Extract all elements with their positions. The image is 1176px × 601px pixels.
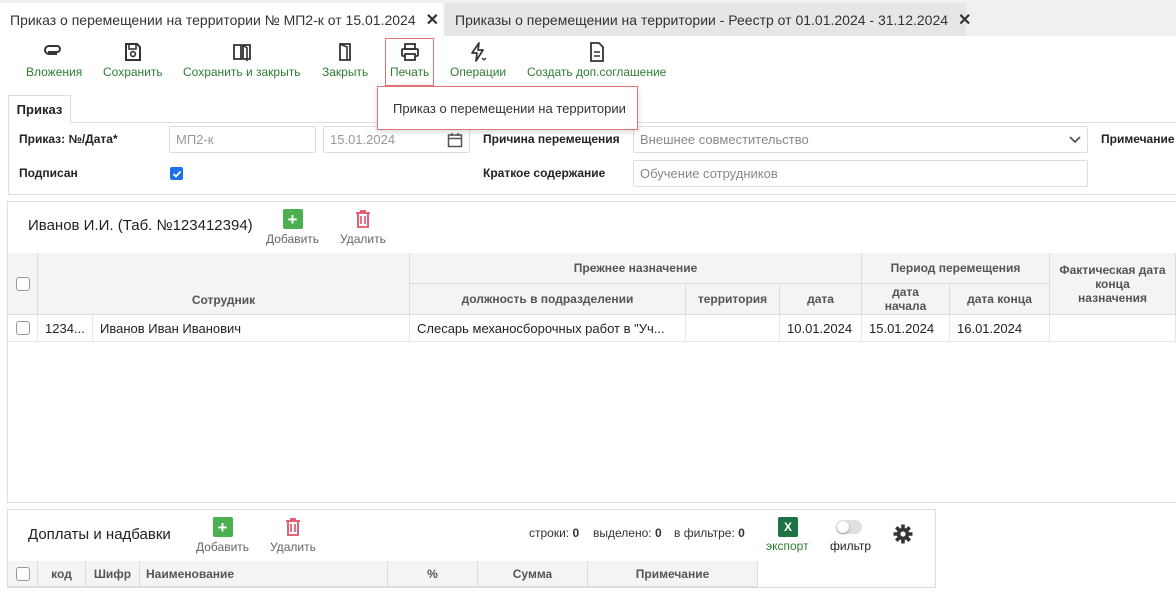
order-date-field[interactable]: 15.01.2024 — [323, 126, 470, 153]
plus-icon: + — [212, 517, 233, 537]
table-cell-actual[interactable] — [1050, 315, 1176, 342]
gear-icon[interactable] — [893, 524, 913, 544]
bonus-cipher-column-header[interactable]: Шифр — [86, 561, 140, 587]
bonus-select-all-header — [8, 561, 38, 587]
reason-label: Причина перемещения — [483, 132, 620, 146]
attachments-button[interactable]: Вложения — [26, 42, 82, 79]
employee-column-header[interactable]: Сотрудник — [38, 253, 410, 315]
operations-button[interactable]: Операции — [450, 42, 506, 79]
add-bonus-button[interactable]: + Добавить — [196, 517, 249, 554]
signed-label: Подписан — [19, 166, 78, 180]
position-column-header[interactable]: должность в подразделении — [410, 284, 686, 315]
printer-icon — [400, 43, 419, 61]
export-button[interactable]: экспорт — [766, 539, 809, 553]
table-cell-name[interactable]: Иванов Иван Иванович — [93, 315, 410, 342]
reason-select[interactable]: Внешнее совместительство — [633, 126, 1088, 153]
bonus-select-all-checkbox[interactable] — [15, 566, 30, 581]
table-row-select — [8, 315, 38, 342]
employee-panel — [7, 201, 1176, 503]
table-cell-position[interactable]: Слесарь механосборочных работ в "Уч... — [410, 315, 686, 342]
close-button[interactable]: Закрыть — [322, 42, 368, 79]
tab-label: Приказ о перемещении на территории № МП2… — [10, 11, 416, 28]
selected-count: выделено: 0 — [593, 526, 662, 540]
toolbar: Вложения Сохранить Сохранить и закрыть З… — [0, 36, 1176, 86]
trash-icon — [355, 210, 370, 228]
create-agreement-button[interactable]: Создать доп.соглашение — [527, 42, 666, 79]
employee-panel-title: Иванов И.И. (Таб. №123412394) — [28, 217, 253, 234]
door-icon — [339, 43, 352, 61]
transfer-period-header: Период перемещения — [862, 253, 1050, 284]
print-button[interactable]: Печать — [385, 38, 435, 86]
tab-order-document[interactable]: Приказ о перемещении на территории № МП2… — [0, 3, 443, 36]
select-all-checkbox[interactable] — [15, 276, 30, 291]
print-menu-item-transfer-order[interactable]: Приказ о перемещении на территории — [377, 86, 638, 130]
table-cell-code[interactable]: 1234... — [38, 315, 93, 342]
save-and-close-button[interactable]: Сохранить и закрыть — [183, 42, 300, 79]
bonus-panel-title: Доплаты и надбавки — [28, 526, 171, 543]
paperclip-icon — [44, 45, 62, 55]
territory-column-header[interactable]: территория — [686, 284, 780, 315]
delete-employee-button[interactable]: Удалить — [340, 209, 386, 246]
tab-label: Приказы о перемещении на территории - Ре… — [455, 11, 949, 28]
delete-bonus-button[interactable]: Удалить — [270, 517, 316, 554]
filter-toggle-label: фильтр — [830, 539, 872, 553]
checkmark-icon — [172, 170, 181, 178]
floppy-disk-icon — [124, 43, 141, 61]
tab-registry[interactable]: Приказы о перемещении на территории - Ре… — [445, 3, 971, 36]
toggle-knob — [837, 521, 849, 533]
document-icon — [589, 42, 604, 62]
bonus-percent-column-header[interactable]: % — [388, 561, 478, 587]
summary-field[interactable]: Обучение сотрудников — [633, 160, 1088, 187]
table-cell-start[interactable]: 15.01.2024 — [862, 315, 950, 342]
note-label: Примечание — [1101, 132, 1175, 146]
actual-end-date-column-header[interactable]: Фактическая дата конца назначения — [1050, 253, 1176, 315]
date-column-header[interactable]: дата — [780, 284, 862, 315]
filtered-count: в фильтре: 0 — [674, 526, 745, 540]
add-employee-button[interactable]: + Добавить — [266, 209, 319, 246]
plus-icon: + — [282, 209, 303, 229]
order-number-field[interactable]: МП2-к — [169, 126, 316, 153]
close-icon[interactable]: ✕ — [958, 10, 971, 30]
row-checkbox[interactable] — [15, 321, 30, 335]
trash-icon — [285, 518, 300, 536]
bonus-name-column-header[interactable]: Наименование — [140, 561, 388, 587]
close-icon[interactable]: ✕ — [426, 10, 439, 30]
calendar-icon[interactable] — [447, 132, 463, 148]
table-cell-end[interactable]: 16.01.2024 — [950, 315, 1050, 342]
filter-toggle[interactable] — [836, 520, 862, 534]
start-date-column-header[interactable]: дата начала — [862, 284, 950, 315]
lightning-icon — [471, 42, 487, 62]
end-date-column-header[interactable]: дата конца — [950, 284, 1050, 315]
bonus-sum-column-header[interactable]: Сумма — [478, 561, 588, 587]
chevron-down-icon — [1069, 136, 1081, 144]
signed-checkbox[interactable] — [170, 167, 183, 180]
table-cell-date[interactable]: 10.01.2024 — [780, 315, 862, 342]
table-cell-territory[interactable] — [686, 315, 780, 342]
select-all-header — [8, 253, 38, 315]
rows-count: строки: 0 — [529, 526, 580, 540]
save-button[interactable]: Сохранить — [103, 42, 163, 79]
previous-assignment-header: Прежнее назначение — [410, 253, 862, 284]
order-label: Приказ: №/Дата* — [19, 132, 118, 146]
tab-bar: Приказ о перемещении на территории № МП2… — [0, 0, 1176, 36]
book-open-icon — [232, 44, 251, 61]
excel-icon[interactable]: X — [778, 517, 798, 537]
bonus-note-column-header[interactable]: Примечание — [588, 561, 758, 587]
tab-order[interactable]: Приказ — [8, 95, 71, 123]
bonus-code-column-header[interactable]: код — [38, 561, 86, 587]
summary-label: Краткое содержание — [483, 166, 606, 180]
